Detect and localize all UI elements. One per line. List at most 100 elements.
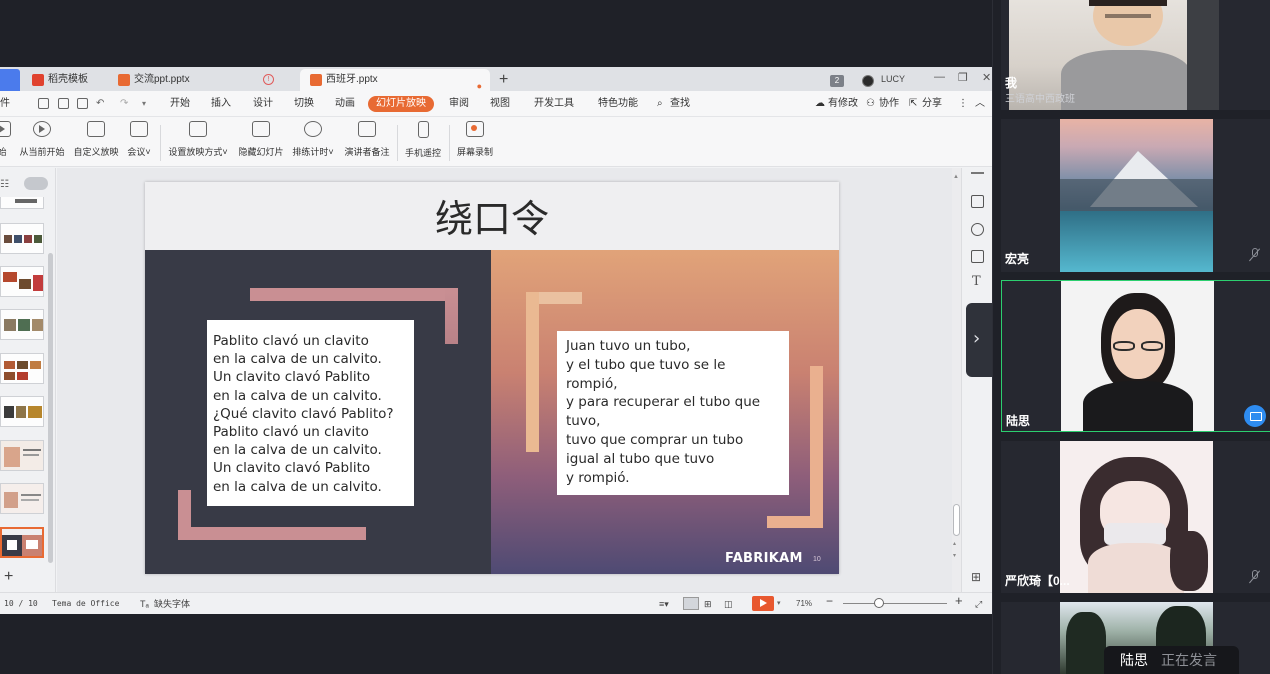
window-count-badge[interactable]: 2 — [830, 75, 844, 87]
meeting-button[interactable]: 会议˅ — [124, 121, 154, 158]
modified-label[interactable]: 有修改 — [828, 97, 858, 111]
play-slideshow-button[interactable] — [752, 596, 774, 611]
collapse-sidebar-button[interactable]: › — [966, 303, 992, 377]
zoom-level[interactable]: 71% — [796, 598, 812, 610]
home-tab[interactable] — [0, 69, 20, 91]
user-avatar[interactable] — [862, 75, 874, 87]
slide-thumbnail-2[interactable] — [0, 223, 44, 254]
restore-icon[interactable]: ❐ — [958, 71, 968, 84]
text-format-icon[interactable]: T — [972, 274, 981, 289]
canvas-vertical-scrollbar[interactable]: ▲ ▴ ▾ — [952, 168, 961, 592]
participant-name: 我 — [1005, 76, 1018, 90]
participant-tile-self[interactable]: 我 三语高中西政班 — [1001, 0, 1270, 110]
menu-start[interactable]: 开始 — [170, 97, 190, 111]
print-icon[interactable] — [58, 98, 69, 109]
participant-tile-yanxinqi[interactable]: 严欣琦【0... — [1001, 441, 1270, 593]
search-label[interactable]: 查找 — [670, 97, 690, 111]
menu-view[interactable]: 视图 — [490, 97, 510, 111]
grid-view-icon[interactable]: ⊞ — [971, 570, 981, 584]
slide-thumbnail-4[interactable] — [0, 309, 44, 340]
menu-animation[interactable]: 动画 — [335, 97, 355, 111]
save-icon[interactable] — [38, 98, 49, 109]
menu-transition[interactable]: 切换 — [294, 97, 314, 111]
slide-thumbnail-7[interactable] — [0, 440, 44, 471]
screen-sharing-icon[interactable] — [1244, 405, 1266, 427]
animation-icon[interactable] — [971, 223, 984, 236]
slide-thumbnail-5[interactable] — [0, 353, 44, 384]
outline-view-icon[interactable]: ☷ — [0, 179, 9, 190]
notes-icon[interactable]: ≡▾ — [659, 598, 669, 610]
print-preview-icon[interactable] — [77, 98, 88, 109]
thumbnail-scrollbar[interactable] — [48, 253, 53, 563]
play-dropdown-icon[interactable]: ▾ — [777, 598, 781, 610]
cloud-icon[interactable]: ☁ — [815, 97, 825, 111]
tab-exchange-pptx[interactable]: 交流ppt.pptx ! — [108, 69, 298, 91]
normal-view-icon[interactable] — [683, 597, 699, 610]
share-icon[interactable]: ⇱ — [909, 97, 917, 111]
missing-font-label[interactable]: 缺失字体 — [154, 598, 190, 610]
rehearse-timing-button[interactable]: 排练计时˅ — [291, 121, 335, 158]
share-label[interactable]: 分享 — [922, 97, 942, 111]
mountain-lake-avatar — [1060, 119, 1213, 272]
scroll-up-icon[interactable]: ▲ — [953, 174, 959, 180]
slide-thumbnail-1[interactable] — [0, 197, 44, 209]
reading-view-icon[interactable]: ◫ — [724, 598, 733, 610]
participant-tile-lusi[interactable]: 陆思 — [1001, 280, 1270, 432]
collapse-ribbon-icon[interactable]: ︿ — [975, 97, 985, 111]
participant-tile-honglang[interactable]: 宏亮 — [1001, 119, 1270, 272]
collaborate-icon[interactable]: ⚇ — [866, 97, 875, 111]
more-icon[interactable]: ⋮ — [958, 97, 968, 111]
add-slide-plus-icon[interactable]: + — [4, 568, 13, 586]
stopwatch-icon — [304, 121, 322, 137]
menu-review[interactable]: 审阅 — [449, 97, 469, 111]
zoom-slider-track[interactable] — [843, 603, 947, 604]
speaker-notes-button[interactable]: 演讲者备注 — [342, 121, 392, 158]
custom-show-button[interactable]: 自定义放映 — [72, 121, 120, 158]
screen-record-button[interactable]: 屏幕录制 — [455, 121, 495, 158]
tab-docer-templates[interactable]: 稻壳模板 — [22, 69, 106, 91]
menu-special-features[interactable]: 特色功能 — [598, 97, 638, 111]
missing-font-icon[interactable]: Tₐ — [140, 598, 149, 610]
slide-thumbnail-3[interactable] — [0, 266, 44, 297]
current-slide[interactable]: 绕口令 Pablito clavó un clavito en la calva… — [145, 182, 839, 574]
undo-icon[interactable]: ↶ — [96, 97, 104, 111]
menu-developer-tools[interactable]: 开发工具 — [534, 97, 574, 111]
prev-slide-icon[interactable]: ▴ — [953, 540, 956, 547]
fit-window-icon[interactable]: ⤢ — [975, 598, 982, 610]
slide-thumbnail-10-selected[interactable] — [0, 527, 44, 558]
start-from-current-button[interactable]: 从当前开始 — [18, 121, 66, 158]
phone-remote-button[interactable]: 手机遥控 — [403, 121, 443, 159]
scrollbar-thumb[interactable] — [953, 504, 960, 536]
zoom-out-icon[interactable]: − — [826, 595, 833, 607]
search-icon[interactable]: ⌕ — [657, 97, 663, 111]
slide-thumbnail-8[interactable] — [0, 483, 44, 514]
menu-insert[interactable]: 插入 — [211, 97, 231, 111]
theme-name[interactable]: Tema de Office — [52, 598, 119, 610]
close-icon[interactable]: ✕ — [982, 71, 991, 84]
user-name[interactable]: LUCY — [881, 70, 905, 88]
minimize-icon[interactable]: — — [934, 71, 945, 83]
setup-show-button[interactable]: 设置放映方式˅ — [166, 121, 230, 158]
slide-title[interactable]: 绕口令 — [145, 188, 839, 243]
menu-file[interactable]: 件 — [0, 97, 10, 111]
tab-spain-pptx[interactable]: 西班牙.pptx ● — [300, 69, 490, 91]
properties-icon[interactable] — [971, 195, 984, 208]
slide-thumbnail-6[interactable] — [0, 396, 44, 427]
start-from-beginning-button[interactable]: 始 — [0, 121, 12, 158]
tongue-twister-pablito[interactable]: Pablito clavó un clavito en la calva de … — [207, 320, 414, 506]
collaborate-label[interactable]: 协作 — [879, 97, 899, 111]
slide-page-number: 10 — [813, 556, 821, 563]
new-tab-plus-icon[interactable]: + — [499, 70, 508, 90]
shape-icon[interactable] — [971, 250, 984, 263]
zoom-slider-knob[interactable] — [874, 598, 884, 608]
menu-slideshow[interactable]: 幻灯片放映 — [368, 96, 434, 112]
slide-sorter-icon[interactable]: ⊞ — [704, 598, 712, 610]
zoom-in-icon[interactable]: + — [955, 594, 963, 607]
menu-design[interactable]: 设计 — [253, 97, 273, 111]
hide-slide-button[interactable]: 隐藏幻灯片 — [236, 121, 286, 158]
tongue-twister-juan[interactable]: Juan tuvo un tubo, y el tubo que tuvo se… — [557, 331, 789, 495]
customize-dropdown-icon[interactable]: ▾ — [142, 97, 146, 111]
slide-view-toggle[interactable] — [24, 177, 48, 190]
redo-icon[interactable]: ↷ — [120, 97, 128, 111]
next-slide-icon[interactable]: ▾ — [953, 552, 956, 559]
